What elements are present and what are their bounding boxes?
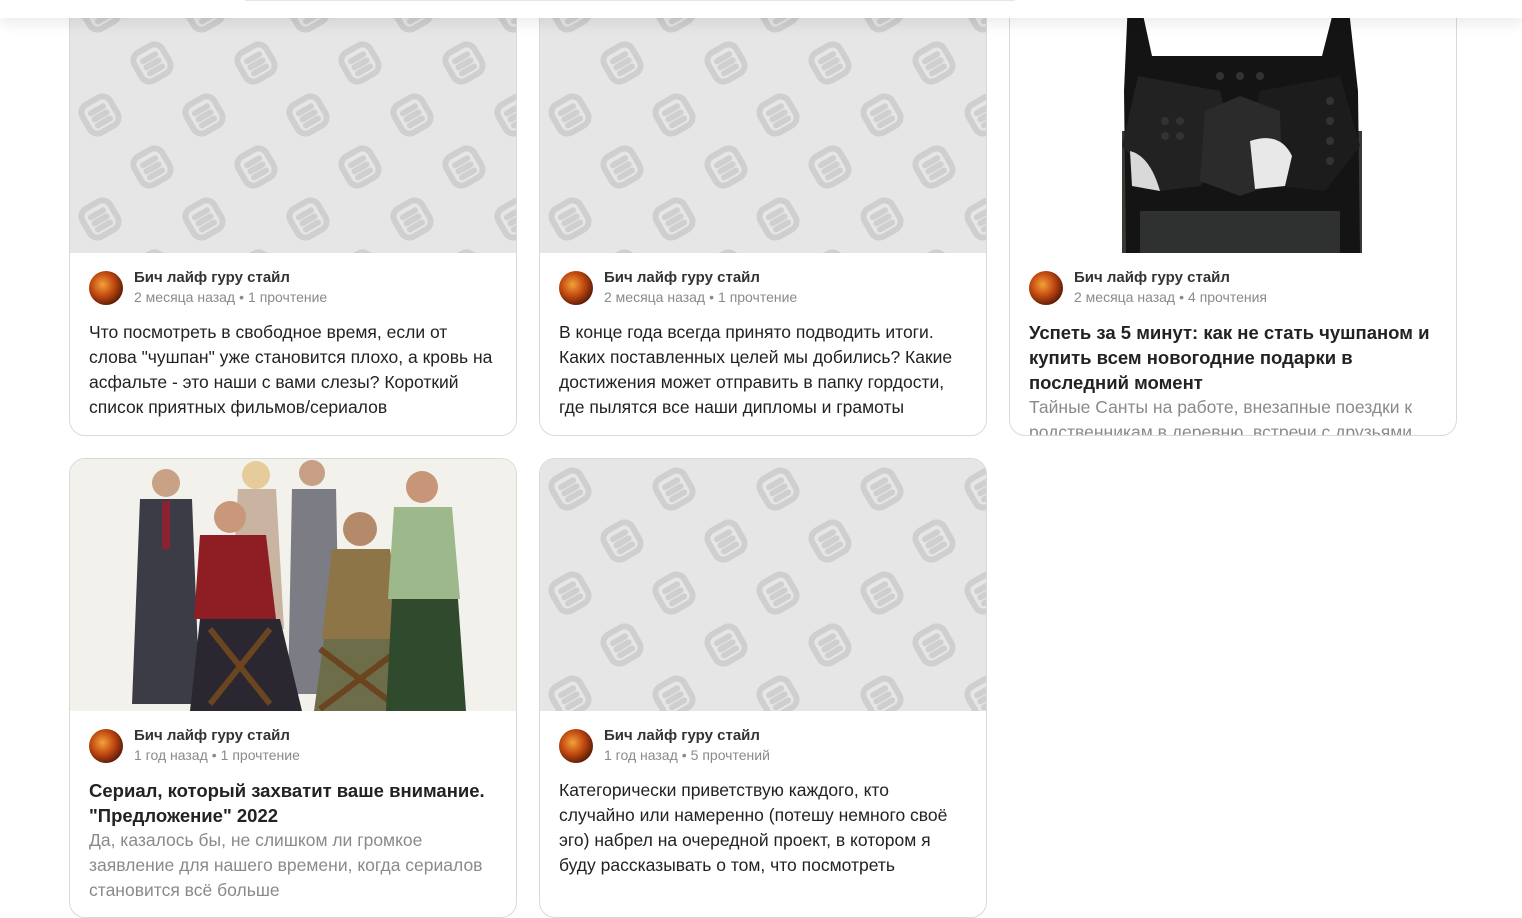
placeholder-cover-image [540, 0, 986, 253]
author-name[interactable]: Бич лайф гуру стайл [604, 269, 760, 286]
card-excerpt[interactable]: Что посмотреть в свободное время, если о… [89, 320, 499, 420]
avatar[interactable] [559, 729, 593, 763]
separator-dot: • [1179, 289, 1185, 305]
post-stats: 2 месяца назад • 4 прочтения [1074, 289, 1267, 305]
separator-dot: • [239, 289, 245, 305]
author-name[interactable]: Бич лайф гуру стайл [134, 727, 290, 744]
read-count: 1 прочтение [718, 289, 798, 305]
card-excerpt: Тайные Санты на работе, внезапные поездк… [1029, 397, 1413, 436]
post-stats: 2 месяца назад • 1 прочтение [604, 289, 797, 305]
read-count: 4 прочтения [1188, 289, 1268, 305]
author-name[interactable]: Бич лайф гуру стайл [134, 269, 290, 286]
card-text[interactable]: Сериал, который захватит ваше внимание. … [89, 778, 499, 900]
avatar[interactable] [1029, 271, 1063, 305]
separator-dot: • [709, 289, 715, 305]
cover-image-batman-helmet [1010, 0, 1456, 253]
separator-dot: • [681, 747, 687, 763]
placeholder-cover-image [540, 459, 986, 711]
card-excerpt[interactable]: В конце года всегда принято подводить ит… [559, 320, 969, 420]
author-name[interactable]: Бич лайф гуру стайл [1074, 269, 1230, 286]
post-stats: 2 месяца назад • 1 прочтение [134, 289, 327, 305]
search-bar-edge[interactable] [245, 0, 1015, 1]
post-age: 2 месяца назад [604, 289, 706, 305]
article-card-1[interactable]: Бич лайф гуру стайл 2 месяца назад • 1 про… [69, 0, 517, 436]
article-card-5[interactable]: Бич лайф гуру стайл 1 год назад • 5 прочте… [539, 458, 987, 918]
avatar[interactable] [559, 271, 593, 305]
cover-image-series-poster [70, 459, 516, 711]
post-stats: 1 год назад • 5 прочтений [604, 747, 770, 763]
read-count: 5 прочтений [690, 747, 770, 763]
post-age: 2 месяца назад [134, 289, 236, 305]
series-cast-poster [70, 459, 516, 711]
card-title[interactable]: Сериал, который захватит ваше внимание. … [89, 778, 499, 828]
card-excerpt[interactable]: Категорически приветствую каждого, кто с… [559, 778, 969, 878]
post-age: 2 месяца назад [1074, 289, 1176, 305]
batman-helmet-illustration [1122, 1, 1362, 253]
card-title[interactable]: Успеть за 5 минут: как не стать чушпаном… [1029, 320, 1439, 395]
read-count: 1 прочтение [248, 289, 328, 305]
avatar[interactable] [89, 271, 123, 305]
article-card-2[interactable]: Бич лайф гуру стайл 2 месяца назад • 1 про… [539, 0, 987, 436]
avatar[interactable] [89, 729, 123, 763]
read-count: 1 прочтение [220, 747, 300, 763]
card-excerpt: Да, казалось бы, не слишком ли громкое з… [89, 830, 483, 900]
article-card-4[interactable]: Бич лайф гуру стайл 1 год назад • 1 прочте… [69, 458, 517, 918]
placeholder-cover-image [70, 0, 516, 253]
article-card-3[interactable]: Бич лайф гуру стайл 2 месяца назад • 4 про… [1009, 0, 1457, 436]
post-age: 1 год назад [604, 747, 678, 763]
post-stats: 1 год назад • 1 прочтение [134, 747, 300, 763]
separator-dot: • [211, 747, 217, 763]
card-text[interactable]: Успеть за 5 минут: как не стать чушпаном… [1029, 320, 1439, 435]
top-header-bar [0, 0, 1522, 18]
post-age: 1 год назад [134, 747, 208, 763]
author-name[interactable]: Бич лайф гуру стайл [604, 727, 760, 744]
